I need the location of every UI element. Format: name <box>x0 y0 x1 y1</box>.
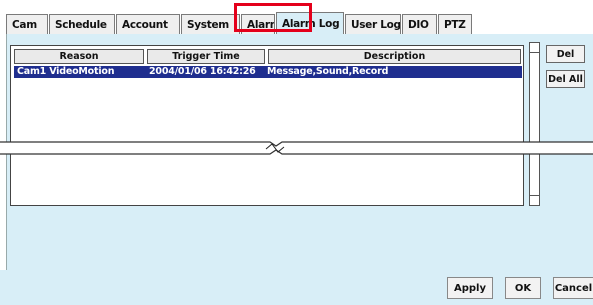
table-row[interactable]: Cam1 VideoMotion 2004/01/06 16:42:26 Mes… <box>14 66 522 78</box>
ok-button-label: OK <box>514 282 532 294</box>
alarm-log-list[interactable]: Reason Trigger Time Description Cam1 Vid… <box>10 45 524 206</box>
apply-button-label: Apply <box>453 282 486 294</box>
cancel-button-label: Cancel <box>554 282 593 294</box>
tab-schedule[interactable]: Schedule <box>49 14 115 34</box>
highlight-frame <box>234 3 312 32</box>
cell-description: Message,Sound,Record <box>267 66 389 77</box>
tab-bar: Cam Schedule Account System Alarm Alarm … <box>0 0 593 34</box>
tab-ptz[interactable]: PTZ <box>438 14 472 34</box>
screenshot-break-icon <box>0 141 593 155</box>
column-header-description[interactable]: Description <box>268 49 521 64</box>
cell-reason: Cam1 VideoMotion <box>17 66 115 77</box>
vertical-scrollbar[interactable] <box>529 42 540 206</box>
cell-trigger-time: 2004/01/06 16:42:26 <box>149 66 256 77</box>
scroll-down-arrow-icon[interactable] <box>530 195 539 205</box>
del-button[interactable]: Del <box>546 45 585 63</box>
tab-cam[interactable]: Cam <box>6 14 48 34</box>
del-all-button[interactable]: Del All <box>546 70 585 88</box>
tab-label: Schedule <box>55 18 107 31</box>
tab-account[interactable]: Account <box>116 14 180 34</box>
tab-label: PTZ <box>444 18 466 31</box>
column-header-label: Trigger Time <box>172 51 240 62</box>
tab-system[interactable]: System <box>181 14 240 34</box>
tab-label: Cam <box>12 18 37 31</box>
tab-label: DIO <box>408 18 429 31</box>
tab-user-log[interactable]: User Log <box>345 14 401 34</box>
column-header-reason[interactable]: Reason <box>14 49 144 64</box>
tab-label: System <box>187 18 229 31</box>
tab-label: Account <box>122 18 168 31</box>
tab-label: User Log <box>351 18 401 31</box>
column-header-label: Description <box>363 51 426 62</box>
column-header-label: Reason <box>59 51 99 62</box>
column-header-trigger-time[interactable]: Trigger Time <box>147 49 265 64</box>
ok-button[interactable]: OK <box>505 277 541 299</box>
del-button-label: Del <box>556 48 575 60</box>
cancel-button[interactable]: Cancel <box>553 277 593 299</box>
apply-button[interactable]: Apply <box>447 277 493 299</box>
scroll-up-arrow-icon[interactable] <box>530 43 539 53</box>
tab-dio[interactable]: DIO <box>402 14 437 34</box>
del-all-button-label: Del All <box>548 73 583 85</box>
